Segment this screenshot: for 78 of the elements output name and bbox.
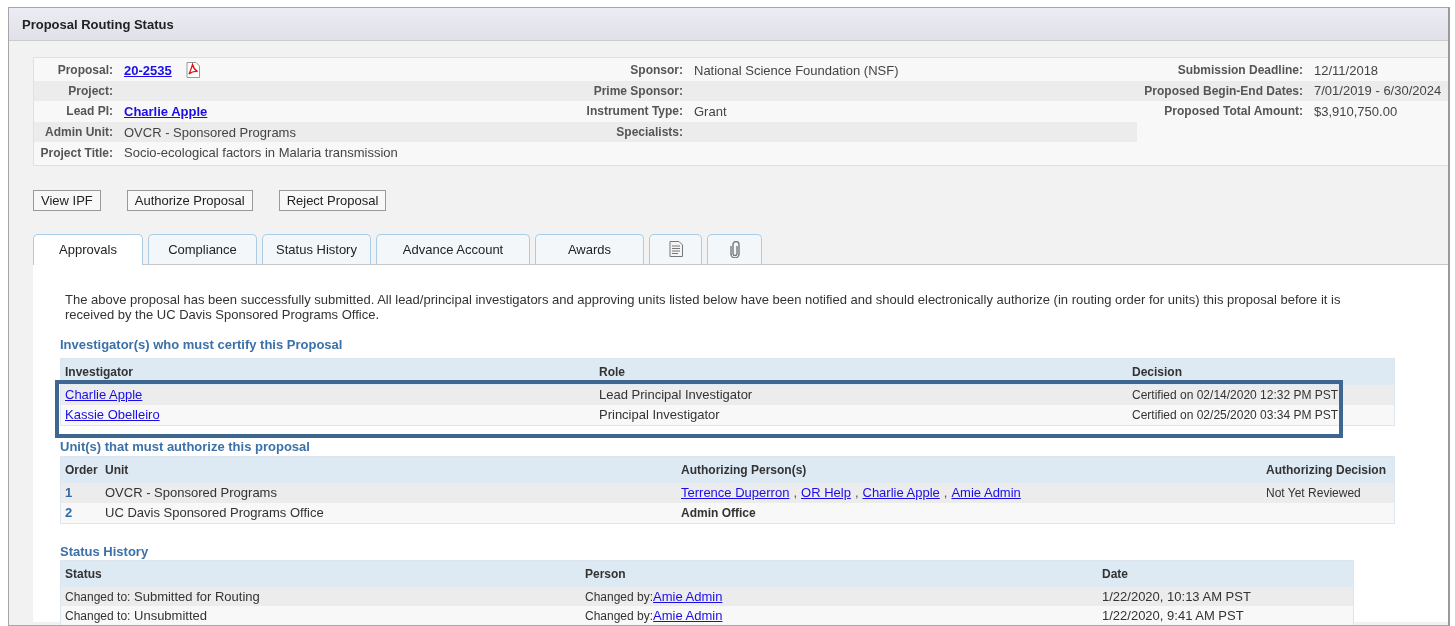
field-label: Specialists:	[616, 125, 684, 140]
column-header: Decision	[1131, 364, 1182, 379]
column-header: Investigator	[64, 364, 133, 379]
person-link[interactable]: Charlie Apple	[862, 485, 940, 501]
field-label: Proposal:	[57, 63, 114, 78]
pdf-icon[interactable]	[185, 62, 200, 79]
table-cell-text: OVCR - Sponsored Programs	[104, 485, 277, 501]
field-label: Proposed Begin-End Dates:	[1144, 83, 1304, 98]
table-cell: Submitted for Routing	[134, 588, 260, 604]
action-button[interactable]: Authorize Proposal	[126, 189, 253, 211]
field-value: $3,910,750.00	[1314, 104, 1398, 119]
field-value: National Science Foundation (NSF)	[694, 62, 899, 78]
proposal-link[interactable]: 20-2535	[124, 62, 172, 78]
section-heading: Unit(s) that must authorize this proposal	[60, 438, 311, 455]
column-header: Date	[1101, 566, 1128, 581]
field-value: 12/11/2018	[1314, 62, 1379, 78]
action-button[interactable]: Reject Proposal	[278, 189, 387, 211]
column-header: Unit	[104, 462, 129, 477]
person-link[interactable]: Terrence Duperron	[681, 485, 790, 501]
table-cell-text: Not Yet Reviewed	[1265, 485, 1361, 500]
field-label: Project:	[68, 83, 114, 98]
table-cell: Admin Office	[681, 505, 756, 520]
field-value: OVCR - Sponsored Programs	[124, 124, 296, 140]
field-label: Changed by:	[585, 608, 654, 623]
field-label: Changed to:	[65, 608, 131, 623]
table-cell-text: Certified on 02/14/2020 12:32 PM PST	[1131, 387, 1339, 402]
field-label: Submission Deadline:	[1177, 63, 1304, 78]
field-value: Socio-ecological factors in Malaria transmission	[124, 145, 398, 161]
tab[interactable]: Approvals	[33, 233, 143, 265]
lead-pi-link[interactable]: Charlie Apple	[124, 104, 208, 119]
separator-text: ,	[854, 485, 859, 501]
table-cell-text: 1/22/2020, 10:13 AM PST	[1101, 588, 1251, 604]
tab[interactable]: Advance Account	[376, 233, 530, 264]
info-message: The above proposal has been successfully submitted. All lead/principal investigators and approving units listed below have been notified and should electronically authorize (in routing order for units) this proposal before it is received by the UC Davis Sponsored Programs Office.	[65, 291, 1342, 322]
table-cell: Unsubmitted	[134, 607, 207, 623]
table-cell-text: 1	[64, 485, 73, 501]
tab[interactable]	[707, 233, 762, 264]
field-label: Prime Sponsor:	[593, 83, 684, 98]
column-header: Order	[64, 462, 98, 477]
person-link[interactable]: OR Help	[801, 485, 851, 501]
person-link[interactable]: Amie Admin	[653, 607, 723, 623]
separator-text: ,	[793, 485, 797, 501]
paperclip-icon	[729, 240, 740, 258]
field-label: Changed to:	[65, 589, 131, 604]
table-cell-text: 2	[64, 505, 73, 521]
separator-text: ,	[943, 485, 948, 501]
field-label: Proposed Total Amount:	[1164, 104, 1304, 119]
column-header: Authorizing Person(s)	[680, 462, 807, 477]
tab[interactable]: Status History	[262, 233, 371, 264]
field-label: Admin Unit:	[45, 125, 114, 140]
table-cell-text: Lead Principal Investigator	[598, 387, 753, 403]
field-label: Project Title:	[40, 145, 114, 160]
section-heading: Status History	[60, 543, 150, 560]
field-label: Instrument Type:	[586, 104, 684, 119]
column-header: Authorizing Decision	[1265, 462, 1386, 477]
field-value: Grant	[694, 104, 727, 119]
tab[interactable]: Awards	[535, 233, 644, 264]
column-header: Person	[584, 566, 626, 581]
field-label: Sponsor:	[630, 63, 684, 78]
section-heading: Investigator(s) who must certify this Proposal	[60, 336, 344, 353]
field-label: Changed by:	[585, 589, 654, 604]
investigator-link[interactable]: Charlie Apple	[61, 387, 143, 403]
person-link[interactable]: Amie Admin	[653, 588, 723, 604]
field-value: 7/01/2019 - 6/30/2024	[1314, 83, 1442, 99]
column-header: Role	[598, 364, 625, 379]
table-cell-text: Certified on 02/25/2020 03:34 PM PST	[1131, 407, 1339, 422]
page-title: Proposal Routing Status	[22, 16, 174, 32]
document-icon	[668, 241, 683, 258]
field-label: Lead PI:	[66, 104, 114, 119]
investigator-link[interactable]: Kassie Obelleiro	[61, 407, 160, 423]
person-link[interactable]: Amie Admin	[951, 485, 1021, 501]
table-cell-text: UC Davis Sponsored Programs Office	[104, 505, 324, 521]
table-cell-text: 1/22/2020, 9:41 AM PST	[1101, 607, 1244, 623]
column-header: Status	[64, 566, 102, 581]
action-button[interactable]: View IPF	[33, 189, 101, 211]
tab[interactable]	[649, 233, 702, 264]
tab[interactable]: Compliance	[148, 233, 257, 264]
table-cell-text: Principal Investigator	[598, 407, 720, 423]
